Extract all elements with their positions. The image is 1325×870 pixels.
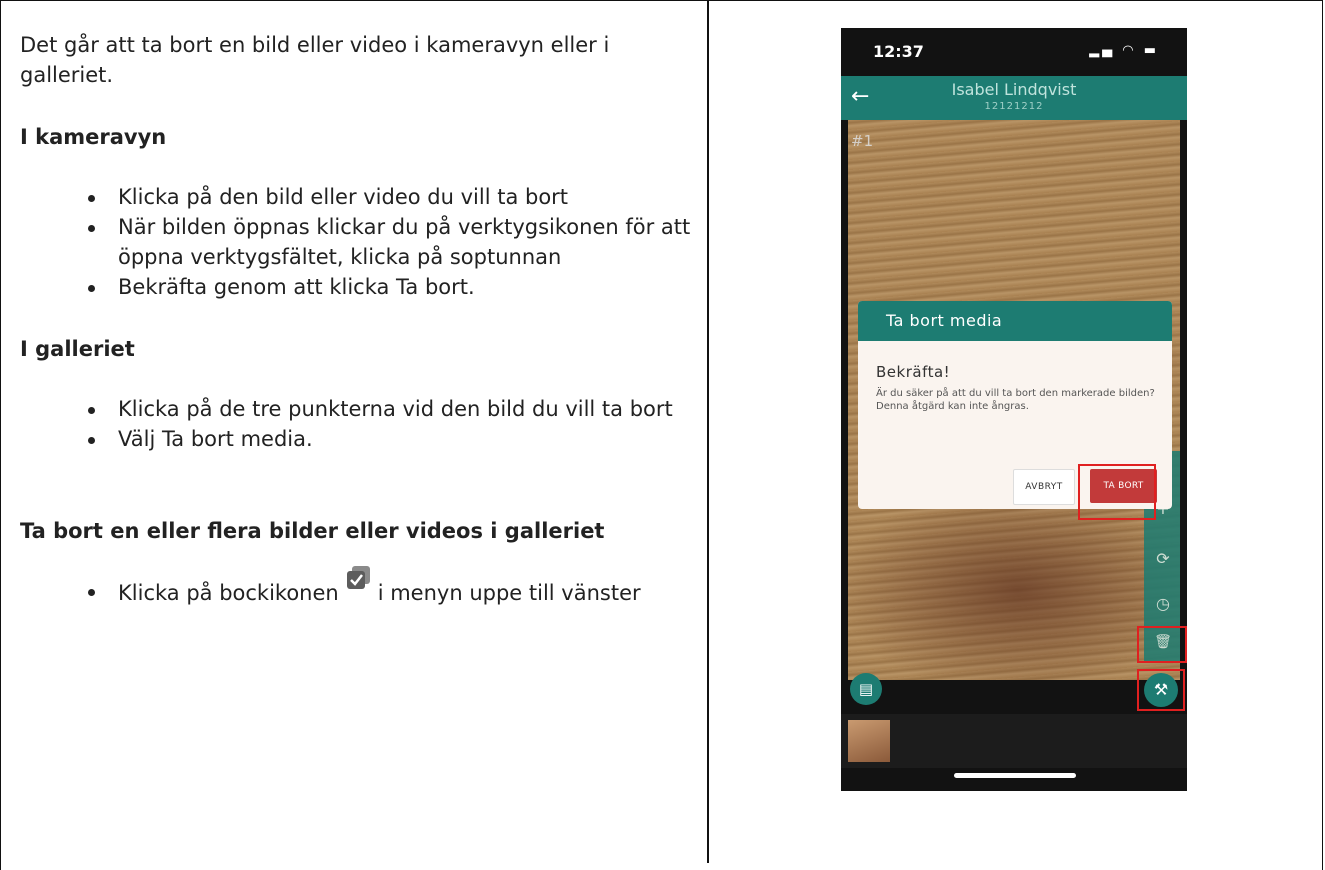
section-heading-camera: I kameravyn: [20, 125, 167, 149]
patient-id: 12121212: [984, 101, 1044, 112]
gallery-steps-list: Klicka på de tre punkterna vid den bild …: [20, 394, 698, 454]
list-item: Klicka på den bild eller video du vill t…: [88, 182, 698, 212]
highlight-tools-icon: [1137, 669, 1185, 711]
list-item: Klicka på de tre punkterna vid den bild …: [88, 394, 698, 424]
list-item-text: i menyn uppe till vänster: [377, 581, 641, 605]
list-item: Klicka på bockikonen i menyn uppe till vä…: [88, 566, 678, 608]
highlight-delete-button: [1078, 464, 1156, 520]
chat-icon[interactable]: ▤: [850, 673, 882, 705]
cancel-button[interactable]: AVBRYT: [1013, 469, 1075, 505]
signal-wifi-battery-icon: ▂▄ ◠ ▬: [1089, 43, 1159, 58]
dialog-title: Bekräfta!: [876, 363, 951, 381]
thumbnail-strip: [841, 714, 1187, 768]
photo-number: #1: [851, 132, 874, 150]
highlight-trash-icon: [1137, 626, 1187, 663]
home-indicator: [954, 773, 1076, 778]
dialog-message: Är du säker på att du vill ta bort den m…: [876, 388, 1155, 412]
phone-screenshot: 12:37 ▂▄ ◠ ▬ ← Isabel Lindqvist 12121212…: [841, 28, 1187, 791]
list-item: Bekräfta genom att klicka Ta bort.: [88, 272, 698, 302]
rotate-icon[interactable]: ⟳: [1153, 549, 1173, 568]
list-item: När bilden öppnas klickar du på verktygs…: [88, 212, 698, 272]
dialog-header: Ta bort media: [858, 301, 1172, 341]
list-item: Välj Ta bort media.: [88, 424, 698, 454]
patient-name: Isabel Lindqvist: [951, 80, 1077, 99]
list-item-text: Klicka på bockikonen: [118, 581, 339, 605]
status-bar: 12:37 ▂▄ ◠ ▬: [841, 28, 1187, 76]
section-heading-gallery: I galleriet: [20, 337, 135, 361]
history-icon[interactable]: ◷: [1153, 594, 1173, 613]
checkbox-multiselect-icon: [345, 564, 372, 591]
instructions-column: Det går att ta bort en bild eller video …: [20, 30, 700, 608]
intro-text: Det går att ta bort en bild eller video …: [20, 33, 610, 87]
multi-steps-list: Klicka på bockikonen i menyn uppe till vä…: [20, 566, 678, 608]
app-bar: ← Isabel Lindqvist 12121212: [841, 76, 1187, 120]
section-heading-multi: Ta bort en eller flera bilder eller vide…: [20, 519, 605, 543]
camera-steps-list: Klicka på den bild eller video du vill t…: [20, 182, 698, 302]
photo-thumbnail[interactable]: [848, 720, 890, 762]
status-time: 12:37: [873, 42, 924, 61]
column-divider: [707, 0, 709, 863]
